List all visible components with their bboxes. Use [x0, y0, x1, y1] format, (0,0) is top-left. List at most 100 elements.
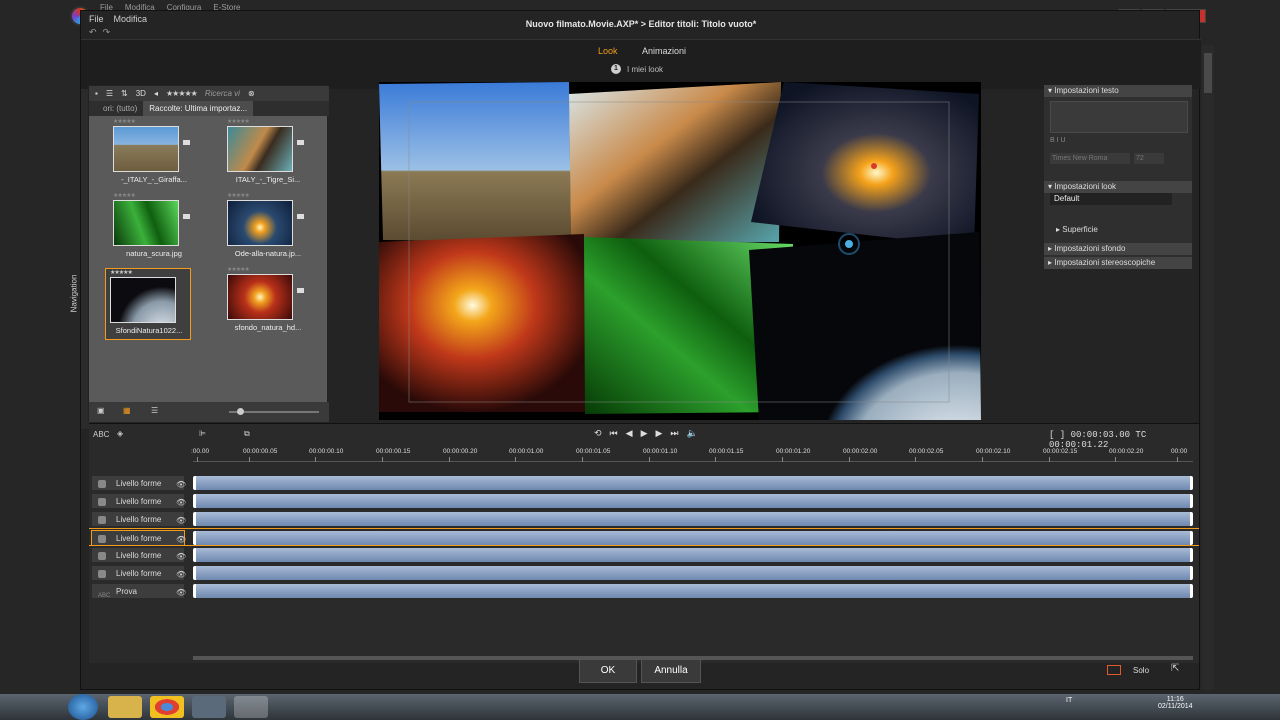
language-indicator[interactable]: IT [1066, 697, 1072, 704]
track-row[interactable]: Livello forme 👁 [89, 546, 1199, 564]
loop-icon[interactable]: ⟲ [594, 428, 602, 439]
chrome-icon[interactable] [150, 696, 184, 718]
3d-toggle[interactable]: 3D [136, 89, 146, 98]
track-clip[interactable] [193, 512, 1193, 526]
eye-icon[interactable]: 👁 [176, 477, 186, 493]
step-forward-icon[interactable]: ▶ [656, 428, 663, 439]
go-end-icon[interactable]: ⏭ [670, 428, 678, 439]
track-row[interactable]: Livello forme 👁 [89, 474, 1199, 492]
play-icon[interactable]: ▶ [641, 428, 648, 439]
eye-icon[interactable]: 👁 [176, 549, 186, 565]
track-row[interactable]: Livello forme 👁 [89, 510, 1199, 528]
text-input[interactable] [1050, 101, 1188, 133]
look-preset-select[interactable]: Default [1050, 193, 1172, 205]
timeline-ruler[interactable]: :00.00 00:00:00.05 00:00:00.10 00:00:00.… [191, 446, 1193, 462]
item-caption: -_ITALY_-_Giraffa... [121, 175, 187, 184]
list-view-icon[interactable]: ☰ [151, 406, 158, 415]
item-rating[interactable]: ★★★★★ [227, 118, 250, 125]
library-item[interactable]: ★★★★★ natura_scura.jpg [109, 192, 199, 262]
list-icon[interactable]: ☰ [106, 89, 113, 98]
search-input[interactable]: Ricerca vi [205, 89, 240, 98]
track-clip[interactable] [193, 566, 1193, 580]
search-clear-icon[interactable]: ⊗ [248, 89, 255, 98]
library-item[interactable]: ★★★★★ -_ITALY_-_Giraffa... [109, 118, 199, 188]
pin-icon[interactable]: ▪ [95, 89, 98, 98]
track-clip[interactable] [193, 494, 1193, 508]
look-settings-header[interactable]: ▾ Impostazioni look [1044, 181, 1192, 193]
item-rating[interactable]: ★★★★★ [110, 269, 133, 276]
eye-icon[interactable]: 👁 [176, 495, 186, 511]
sort-icon[interactable]: ⇅ [121, 89, 128, 98]
text-settings-header[interactable]: ▾ Impostazioni testo [1044, 85, 1192, 97]
track-label[interactable]: Livello forme 👁 [91, 511, 186, 529]
record-icon[interactable] [1107, 665, 1121, 675]
eye-icon[interactable]: 👁 [176, 513, 186, 529]
eye-icon[interactable]: 👁 [176, 585, 186, 601]
recorder-icon[interactable] [192, 696, 226, 718]
cancel-button[interactable]: Annulla [641, 659, 701, 683]
track-label[interactable]: Livello forme 👁 [91, 547, 186, 565]
track-label[interactable]: Livello forme 👁 [91, 565, 186, 583]
surface-item[interactable]: ▸ Superficie [1056, 225, 1098, 234]
folder-icon [183, 140, 190, 145]
go-start-icon[interactable]: ⏮ [610, 428, 618, 439]
fullscreen-icon[interactable]: ⇱ [1171, 663, 1179, 674]
clock[interactable]: 11:16 02/11/2014 [1158, 696, 1193, 710]
item-rating[interactable]: ★★★★★ [227, 266, 250, 273]
tab-collection[interactable]: Raccolte: Ultima importaz... [143, 101, 254, 116]
explorer-icon[interactable] [108, 696, 142, 718]
library-toolbar: ▪ ☰ ⇅ 3D ◂ ★★★★★ Ricerca vi ⊗ [89, 86, 329, 101]
pinnacle-icon[interactable] [234, 696, 268, 718]
view-icon[interactable]: ▣ [97, 406, 105, 415]
tab-all-media[interactable]: ori: (tutto) [89, 104, 143, 113]
slider-handle[interactable] [237, 408, 244, 415]
ok-button[interactable]: OK [579, 659, 637, 683]
library-item[interactable]: ★★★★★ ITALY_-_Tigre_Si... [223, 118, 313, 188]
scroll-thumb[interactable] [1204, 53, 1212, 93]
track-row[interactable]: Livello forme 👁 [89, 492, 1199, 510]
track-label[interactable]: ABC Prova 👁 [91, 583, 186, 601]
library-grid: ★★★★★ -_ITALY_-_Giraffa... ★★★★★ ITALY_-… [89, 116, 329, 402]
rating-filter[interactable]: ★★★★★ [166, 89, 198, 98]
right-scrollbar[interactable] [1202, 45, 1214, 690]
library-item[interactable]: ★★★★★ Ode-alla-natura.jp... [223, 192, 313, 262]
thumbnail-tiger [227, 126, 293, 172]
tag-icon[interactable]: ◂ [154, 89, 158, 98]
item-rating[interactable]: ★★★★★ [227, 192, 250, 199]
track-label[interactable]: Livello forme 👁 [91, 475, 186, 493]
track-clip[interactable] [193, 548, 1193, 562]
add-text-button[interactable]: ABC [93, 430, 109, 439]
tab-animations[interactable]: Animazioni [642, 46, 686, 56]
thumbnail-size-slider[interactable] [229, 408, 319, 415]
grid-view-icon[interactable]: ▦ [123, 406, 131, 415]
volume-icon[interactable]: 🔈 [687, 428, 698, 439]
eye-icon[interactable]: 👁 [176, 567, 186, 583]
item-rating[interactable]: ★★★★★ [113, 192, 136, 199]
track-row[interactable]: Livello forme 👁 [89, 564, 1199, 582]
track-label[interactable]: Livello forme 👁 [91, 493, 186, 511]
track-row[interactable]: ABC Prova 👁 [89, 582, 1199, 600]
step-back-icon[interactable]: ◀ [626, 428, 633, 439]
font-size-select[interactable]: 72 [1134, 153, 1164, 164]
add-shape-icon[interactable]: ◈ [117, 429, 123, 438]
track-label[interactable]: Livello forme 👁 [91, 530, 186, 546]
solo-toggle[interactable]: Solo [1133, 666, 1149, 675]
preview-canvas[interactable] [379, 82, 981, 420]
library-item-selected[interactable]: ★★★★★ SfondiNatura1022... [105, 268, 191, 340]
tab-look[interactable]: Look [598, 46, 618, 56]
track-clip[interactable] [193, 476, 1193, 490]
my-looks[interactable]: 1 I miei look [611, 64, 663, 74]
start-button[interactable] [68, 694, 98, 720]
align-icon[interactable]: ⊫ [199, 429, 206, 438]
item-rating[interactable]: ★★★★★ [113, 118, 136, 125]
font-family-select[interactable]: Times New Roma [1050, 153, 1130, 164]
background-settings-header[interactable]: ▸ Impostazioni sfondo [1044, 243, 1192, 255]
text-settings-label: Impostazioni testo [1054, 86, 1119, 95]
track-row-selected[interactable]: Livello forme 👁 [89, 528, 1199, 546]
font-style-buttons[interactable]: B I U [1050, 137, 1066, 144]
library-item[interactable]: ★★★★★ sfondo_natura_hd... [223, 266, 313, 336]
track-clip[interactable] [193, 531, 1193, 545]
copy-icon[interactable]: ⧉ [244, 429, 250, 439]
stereo-settings-header[interactable]: ▸ Impostazioni stereoscopiche [1044, 257, 1192, 269]
track-clip[interactable] [193, 584, 1193, 598]
